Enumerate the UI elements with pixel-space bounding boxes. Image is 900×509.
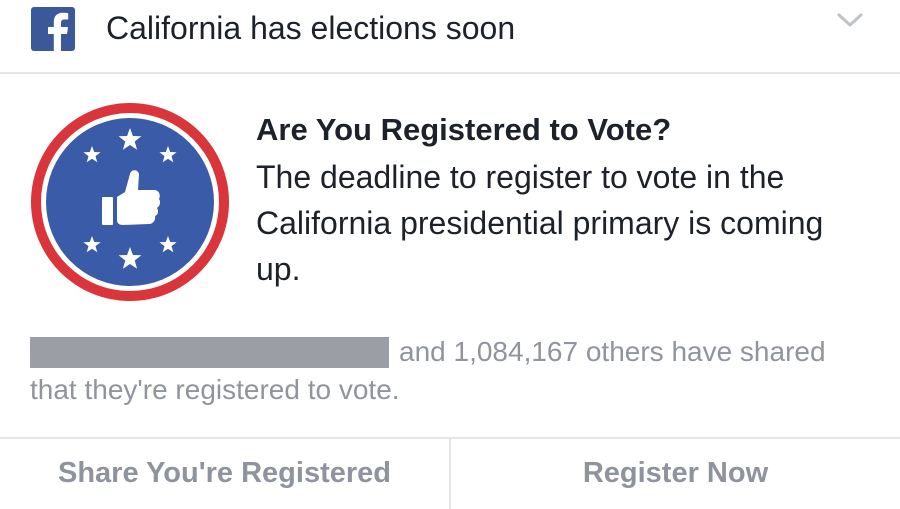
action-bar: Share You're Registered Register Now	[0, 437, 900, 509]
promo-title: Are You Registered to Vote?	[256, 112, 672, 147]
promo-body: The deadline to register to vote in the …	[256, 159, 824, 287]
social-context-text: and 1,084,167 others have shared that th…	[30, 336, 826, 405]
register-now-button[interactable]: Register Now	[451, 439, 900, 507]
header-title: California has elections soon	[106, 10, 516, 46]
notification-header: California has elections soon	[0, 0, 900, 74]
facebook-logo-icon	[31, 7, 75, 51]
vote-thumbs-up-badge-icon	[30, 102, 230, 302]
chevron-down-icon[interactable]	[836, 10, 864, 30]
share-registered-button[interactable]: Share You're Registered	[0, 439, 449, 507]
